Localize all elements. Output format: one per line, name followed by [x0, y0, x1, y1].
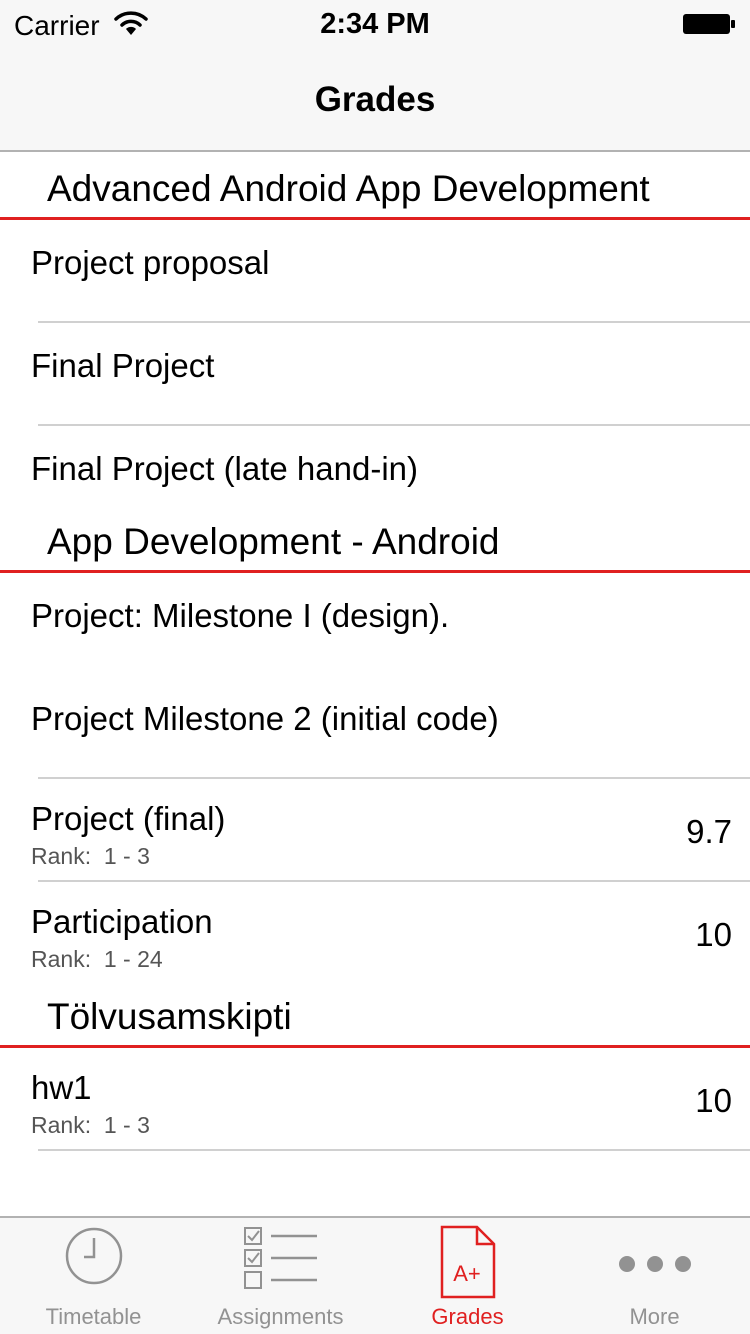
grades-list[interactable]: Advanced Android App Development Project…: [0, 152, 750, 1216]
grade-value: 9.7: [686, 813, 732, 850]
status-time: 2:34 PM: [320, 8, 430, 40]
tab-label: Timetable: [45, 1304, 142, 1329]
assignment-title: Participation: [31, 903, 213, 940]
grade-value: 10: [695, 1082, 732, 1119]
svg-text:A+: A+: [453, 1261, 481, 1286]
grade-row[interactable]: Project Milestone 2 (initial code): [0, 676, 750, 779]
assignment-title: Project: Milestone I (design).: [31, 597, 450, 634]
grade-value: 10: [695, 916, 732, 953]
rank-label: Rank: 1 - 3: [31, 1112, 150, 1138]
section-header: App Development - Android: [0, 505, 750, 573]
grade-row[interactable]: Participation Rank: 1 - 24 10: [0, 882, 750, 980]
grade-row[interactable]: Project (final) Rank: 1 - 3 9.7: [0, 779, 750, 882]
grade-document-icon: A+: [440, 1225, 495, 1299]
tab-label: More: [629, 1304, 680, 1329]
grade-row[interactable]: Project: Milestone I (design).: [0, 573, 750, 676]
assignment-title: hw1: [31, 1069, 92, 1106]
tab-assignments[interactable]: Assignments: [187, 1218, 374, 1334]
grade-row[interactable]: Project proposal: [0, 220, 750, 323]
tab-grades[interactable]: A+ Grades: [374, 1218, 561, 1334]
rank-label: Rank: 1 - 24: [31, 946, 163, 972]
tab-more[interactable]: More: [561, 1218, 748, 1334]
checklist-icon: [243, 1227, 317, 1289]
tab-label: Assignments: [217, 1304, 344, 1329]
grade-row[interactable]: Final Project (late hand-in): [0, 426, 750, 505]
assignment-title: Final Project (late hand-in): [31, 450, 419, 487]
section-header: Tölvusamskipti: [0, 980, 750, 1048]
assignment-title: Project Milestone 2 (initial code): [31, 700, 499, 737]
battery-icon: [683, 14, 735, 34]
grade-row[interactable]: hw1 Rank: 1 - 3 10: [0, 1048, 750, 1151]
navigation-bar: Grades: [0, 40, 750, 152]
rank-label: Rank: 1 - 3: [31, 843, 150, 869]
page-title: Grades: [314, 80, 436, 119]
grade-row[interactable]: [0, 1151, 750, 1191]
clock-icon: [65, 1227, 122, 1285]
grade-row[interactable]: Final Project: [0, 323, 750, 426]
status-bar: Carrier 2:34 PM: [0, 0, 750, 41]
tab-timetable[interactable]: Timetable: [0, 1218, 187, 1334]
tab-bar: Timetable Assignments A+ Grades More: [0, 1216, 750, 1334]
assignment-title: Final Project: [31, 347, 215, 384]
section-header: Advanced Android App Development: [0, 152, 750, 220]
tab-label: Grades: [431, 1304, 504, 1329]
more-dots-icon: [618, 1256, 691, 1272]
assignment-title: Project proposal: [31, 244, 270, 281]
assignment-title: Project (final): [31, 800, 226, 837]
